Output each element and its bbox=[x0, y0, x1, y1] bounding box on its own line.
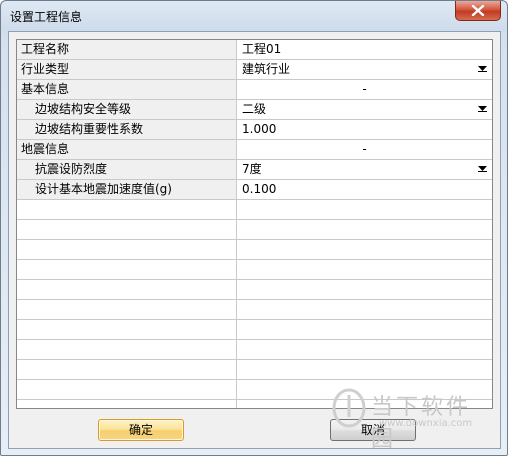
property-name: 边坡结构安全等级 bbox=[17, 100, 237, 119]
property-value-text: - bbox=[362, 82, 367, 96]
property-name-empty bbox=[17, 340, 237, 359]
window-title: 设置工程信息 bbox=[10, 10, 83, 24]
grid-row-empty bbox=[17, 340, 492, 360]
property-value-field: - bbox=[237, 140, 492, 159]
property-name: 行业类型 bbox=[17, 60, 237, 79]
property-name-empty bbox=[17, 200, 237, 219]
property-name: 抗震设防烈度 bbox=[17, 160, 237, 179]
grid-row-empty bbox=[17, 220, 492, 240]
property-value-select[interactable]: 二级 bbox=[237, 100, 492, 119]
property-name-empty bbox=[17, 220, 237, 239]
grid-row-empty bbox=[17, 320, 492, 340]
property-name: 地震信息 bbox=[17, 140, 237, 159]
dropdown-arrow-icon[interactable] bbox=[476, 162, 490, 177]
property-name-empty bbox=[17, 360, 237, 379]
property-name: 边坡结构重要性系数 bbox=[17, 120, 237, 139]
grid-row-empty bbox=[17, 240, 492, 260]
property-name-empty bbox=[17, 400, 237, 408]
property-name-empty bbox=[17, 280, 237, 299]
property-value-field[interactable]: 1.000 bbox=[237, 120, 492, 139]
grid-row[interactable]: 抗震设防烈度 7度 bbox=[17, 160, 492, 180]
grid-row[interactable]: 边坡结构重要性系数 1.000 bbox=[17, 120, 492, 140]
cancel-button[interactable]: 取消 bbox=[330, 419, 416, 441]
property-name-empty bbox=[17, 300, 237, 319]
grid-row-empty bbox=[17, 260, 492, 280]
property-value-field: - bbox=[237, 80, 492, 99]
grid-row[interactable]: 设计基本地震加速度值(g) 0.100 bbox=[17, 180, 492, 200]
ok-button[interactable]: 确定 bbox=[98, 419, 184, 441]
property-value-field[interactable]: 0.100 bbox=[237, 180, 492, 199]
dropdown-arrow-icon[interactable] bbox=[476, 102, 490, 117]
property-value-select[interactable]: 7度 bbox=[237, 160, 492, 179]
property-grid: 工程名称 工程01 行业类型 建筑行业 基本信息 - 边坡结构安全等级 二级 边坡结构重要性系数… bbox=[16, 39, 493, 409]
grid-row-empty bbox=[17, 280, 492, 300]
property-name-empty bbox=[17, 380, 237, 399]
grid-row[interactable]: 基本信息 - bbox=[17, 80, 492, 100]
grid-row[interactable]: 边坡结构安全等级 二级 bbox=[17, 100, 492, 120]
grid-row[interactable]: 地震信息 - bbox=[17, 140, 492, 160]
grid-row-empty bbox=[17, 300, 492, 320]
grid-row-empty bbox=[17, 400, 492, 408]
grid-row[interactable]: 行业类型 建筑行业 bbox=[17, 60, 492, 80]
grid-row-empty bbox=[17, 200, 492, 220]
property-value-text: 1.000 bbox=[242, 122, 277, 136]
property-value-text: 建筑行业 bbox=[242, 62, 291, 76]
property-value-text: 二级 bbox=[242, 102, 267, 116]
dialog-body: 工程名称 工程01 行业类型 建筑行业 基本信息 - 边坡结构安全等级 二级 边坡结构重要性系数… bbox=[8, 31, 501, 449]
property-name-empty bbox=[17, 260, 237, 279]
property-value-text: 工程01 bbox=[242, 42, 282, 56]
property-value-text: 7度 bbox=[242, 162, 262, 176]
property-name: 设计基本地震加速度值(g) bbox=[17, 180, 237, 199]
property-value-text: 0.100 bbox=[242, 182, 277, 196]
grid-row-empty bbox=[17, 380, 492, 400]
grid-row-empty bbox=[17, 360, 492, 380]
property-value-select[interactable]: 建筑行业 bbox=[237, 60, 492, 79]
property-name: 基本信息 bbox=[17, 80, 237, 99]
grid-row[interactable]: 工程名称 工程01 bbox=[17, 40, 492, 60]
property-value-field[interactable]: 工程01 bbox=[237, 40, 492, 59]
title-bar[interactable]: 设置工程信息 bbox=[1, 1, 507, 31]
close-icon bbox=[471, 5, 485, 16]
property-value-text: - bbox=[362, 142, 367, 156]
dropdown-arrow-icon[interactable] bbox=[476, 62, 490, 77]
dialog-window: 设置工程信息 工程名称 工程01 行业类型 建筑行业 基本信息 - 边坡结构安全等级 二级 边坡… bbox=[0, 0, 508, 456]
property-name-empty bbox=[17, 240, 237, 259]
property-name-empty bbox=[17, 320, 237, 339]
property-name: 工程名称 bbox=[17, 40, 237, 59]
close-button[interactable] bbox=[455, 1, 501, 21]
